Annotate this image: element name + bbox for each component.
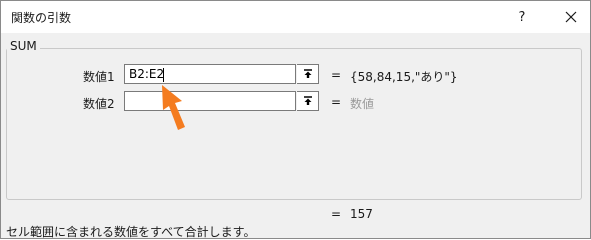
pointer-arrow-icon <box>162 85 185 130</box>
close-icon <box>565 11 577 23</box>
text-caret <box>163 68 164 82</box>
arg1-label: 数値1 <box>83 70 115 84</box>
window-title: 関数の引数 <box>11 11 72 25</box>
close-button[interactable] <box>554 1 588 33</box>
function-description: セル範囲に含まれる数値をすべて合計します。 <box>6 225 256 239</box>
total-equals: = <box>331 207 342 221</box>
collapse-dialog-icon <box>303 69 312 78</box>
arg1-equals: = <box>331 68 342 82</box>
help-button[interactable]: ? <box>507 1 537 33</box>
function-name: SUM <box>7 39 40 53</box>
function-arguments-dialog: 関数の引数 ? SUM 数値1 B2:E2 = {58,84,15,"あり"} … <box>0 0 591 239</box>
title-bar: 関数の引数 ? <box>1 1 590 33</box>
collapse-dialog-icon <box>303 96 312 105</box>
arg1-result: {58,84,15,"あり"} <box>350 70 458 84</box>
arg1-input[interactable]: B2:E2 <box>124 64 296 84</box>
help-label: ? <box>518 9 526 25</box>
arg2-ref-button[interactable] <box>297 91 319 111</box>
total-result: 157 <box>350 207 373 221</box>
arg2-result: 数値 <box>350 97 375 111</box>
arg2-equals: = <box>331 95 342 109</box>
arg1-ref-button[interactable] <box>297 64 319 84</box>
arg2-label: 数値2 <box>83 97 115 111</box>
arg2-input[interactable] <box>124 91 296 111</box>
